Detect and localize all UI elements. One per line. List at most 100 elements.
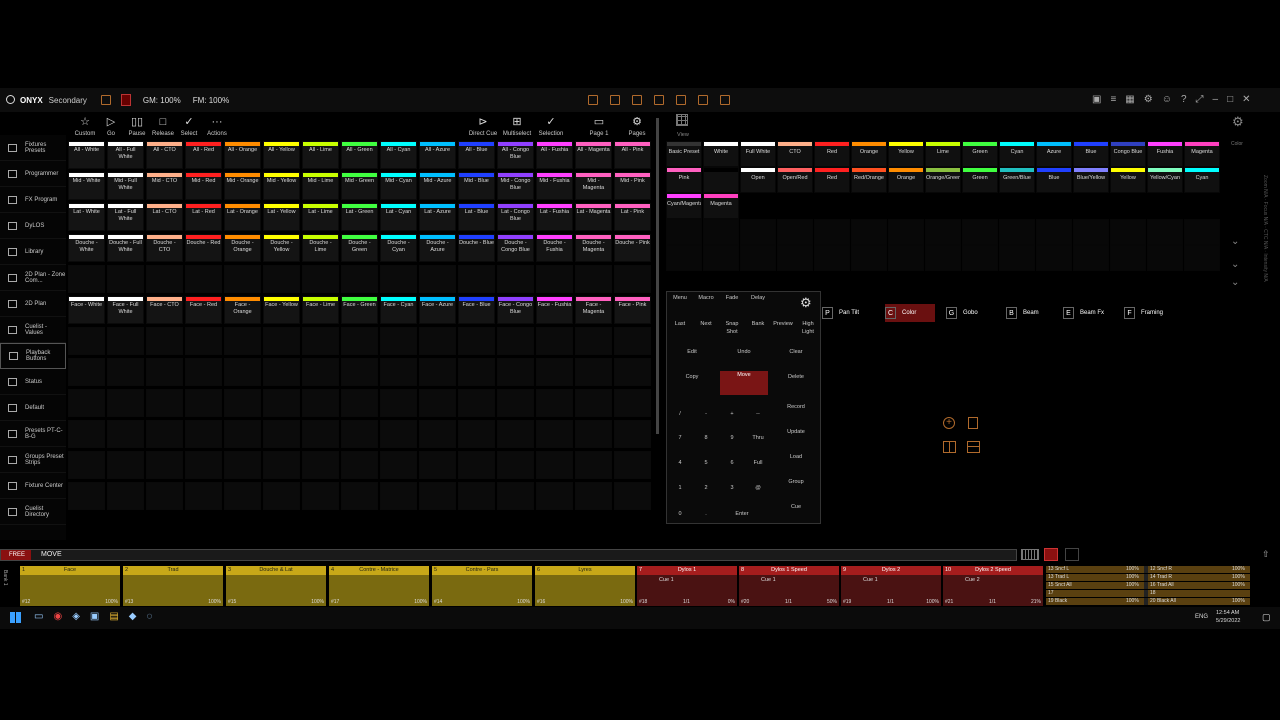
empty-preset-slot[interactable]: [851, 245, 887, 271]
empty-slot[interactable]: [107, 265, 144, 293]
clock-date[interactable]: 5/29/2022: [1216, 618, 1240, 624]
empty-preset-slot[interactable]: [1184, 245, 1220, 271]
playback-fader[interactable]: 9 Dylos 2 Cue 1 #19 1/1 100%: [841, 566, 941, 606]
empty-slot[interactable]: [263, 358, 300, 386]
empty-slot[interactable]: [380, 451, 417, 479]
family-button[interactable]: C Color: [885, 304, 935, 322]
empty-slot[interactable]: [575, 451, 612, 479]
family-button[interactable]: E Beam Fx: [1063, 304, 1104, 322]
preset-button[interactable]: Face - White: [68, 296, 105, 324]
keypad-key[interactable]: --: [747, 410, 769, 430]
empty-slot[interactable]: [146, 389, 183, 417]
color-preset-button[interactable]: Congo Blue: [1110, 141, 1146, 167]
keypad-key[interactable]: Last: [669, 320, 691, 340]
keypad-key[interactable]: Next: [695, 320, 717, 340]
color-preset-button[interactable]: Open/Red: [777, 167, 813, 193]
empty-slot[interactable]: [68, 451, 105, 479]
preset-button[interactable]: Mid - Lime: [302, 172, 339, 200]
empty-slot[interactable]: [497, 327, 534, 355]
empty-preset-slot[interactable]: [1073, 245, 1109, 271]
preset-button[interactable]: All - Pink: [614, 141, 651, 169]
empty-preset-slot[interactable]: [1110, 219, 1146, 245]
empty-preset-slot[interactable]: [1036, 219, 1072, 245]
keypad-key[interactable]: 5: [695, 459, 717, 479]
preset-button[interactable]: All - Fushia: [536, 141, 573, 169]
empty-slot[interactable]: [341, 389, 378, 417]
keypad-key[interactable]: Menu: [669, 294, 691, 314]
split-horizontal-icon[interactable]: [967, 441, 980, 453]
folder-icon[interactable]: [632, 95, 642, 105]
chevron-bottom-icon[interactable]: ⌄: [1231, 277, 1239, 288]
color-preset-button[interactable]: Magenta: [1184, 141, 1220, 167]
minimize-icon[interactable]: –: [1213, 94, 1228, 105]
color-preset-button[interactable]: Green: [962, 167, 998, 193]
playback-fader[interactable]: 10 Dylos 2 Speed Cue 2 #21 1/1 21%: [943, 566, 1043, 606]
empty-slot[interactable]: [68, 265, 105, 293]
preset-button[interactable]: All - Red: [185, 141, 222, 169]
preset-button[interactable]: Face - Blue: [458, 296, 495, 324]
empty-slot[interactable]: [341, 420, 378, 448]
empty-slot[interactable]: [380, 327, 417, 355]
keypad-key[interactable]: /: [669, 410, 691, 430]
scroll-up-icon[interactable]: ⇧: [1262, 549, 1270, 560]
empty-slot[interactable]: [419, 265, 456, 293]
empty-slot[interactable]: [497, 451, 534, 479]
keyboard-icon[interactable]: [1021, 549, 1039, 560]
sidebar-item[interactable]: Presets PT-C-B-G: [0, 421, 66, 447]
color-preset-button[interactable]: Pink: [666, 167, 702, 193]
color-preset-button[interactable]: Red/Orange: [851, 167, 887, 193]
keypad-key[interactable]: .: [695, 510, 717, 530]
preset-button[interactable]: Lat - Pink: [614, 203, 651, 231]
empty-slot[interactable]: [224, 451, 261, 479]
color-preset-button[interactable]: [703, 167, 739, 193]
preset-button[interactable]: All - Orange: [224, 141, 261, 169]
preset-button[interactable]: Face - Yellow: [263, 296, 300, 324]
sidebar-item[interactable]: Fixtures Presets: [0, 135, 66, 161]
color-preset-button[interactable]: Blue/Yellow: [1073, 167, 1109, 193]
empty-slot[interactable]: [458, 265, 495, 293]
sidebar-item[interactable]: Playback Buttons: [0, 343, 66, 369]
keypad-key[interactable]: Undo: [733, 348, 755, 368]
empty-slot[interactable]: [497, 420, 534, 448]
empty-slot[interactable]: [536, 265, 573, 293]
empty-slot[interactable]: [107, 451, 144, 479]
preset-button[interactable]: Lat - White: [68, 203, 105, 231]
monitor-icon[interactable]: ▣: [1092, 94, 1110, 105]
preset-button[interactable]: Douche - Orange: [224, 234, 261, 262]
color-preset-button[interactable]: Magenta: [703, 193, 739, 219]
family-button[interactable]: F Framing: [1124, 304, 1163, 322]
submaster-row[interactable]: 15 Snct All 100% 16 Trad All 100%: [1046, 582, 1250, 590]
color-preset-button[interactable]: Orange/Green: [925, 167, 961, 193]
keypad-settings-icon[interactable]: ⚙: [800, 295, 812, 311]
grid-icon[interactable]: ▦: [1125, 94, 1143, 105]
empty-slot[interactable]: [419, 451, 456, 479]
keypad-key[interactable]: Cue: [785, 503, 807, 523]
empty-slot[interactable]: [146, 358, 183, 386]
empty-slot[interactable]: [536, 420, 573, 448]
empty-slot[interactable]: [536, 358, 573, 386]
lock-icon[interactable]: [100, 95, 111, 105]
preset-button[interactable]: Douche - Fushia: [536, 234, 573, 262]
empty-slot[interactable]: [614, 327, 651, 355]
keypad-key[interactable]: Enter: [731, 510, 753, 530]
empty-slot[interactable]: [263, 451, 300, 479]
empty-slot[interactable]: [614, 389, 651, 417]
empty-slot[interactable]: [497, 358, 534, 386]
preset-button[interactable]: All - White: [68, 141, 105, 169]
empty-slot[interactable]: [146, 420, 183, 448]
preset-button[interactable]: Mid - Red: [185, 172, 222, 200]
cmd-extra-slot[interactable]: [1065, 548, 1079, 561]
empty-slot[interactable]: [107, 389, 144, 417]
task-view-icon[interactable]: ▭: [34, 611, 53, 622]
empty-slot[interactable]: [224, 389, 261, 417]
keypad-key[interactable]: Clear: [785, 348, 807, 368]
empty-slot[interactable]: [419, 482, 456, 510]
close-icon[interactable]: ✕: [1242, 94, 1259, 105]
sidebar-item[interactable]: Library: [0, 239, 66, 265]
empty-preset-slot[interactable]: [740, 219, 776, 245]
empty-preset-slot[interactable]: [740, 245, 776, 271]
keypad-key[interactable]: Full: [747, 459, 769, 479]
keypad-key[interactable]: Load: [785, 453, 807, 473]
empty-slot[interactable]: [614, 265, 651, 293]
empty-slot[interactable]: [380, 420, 417, 448]
